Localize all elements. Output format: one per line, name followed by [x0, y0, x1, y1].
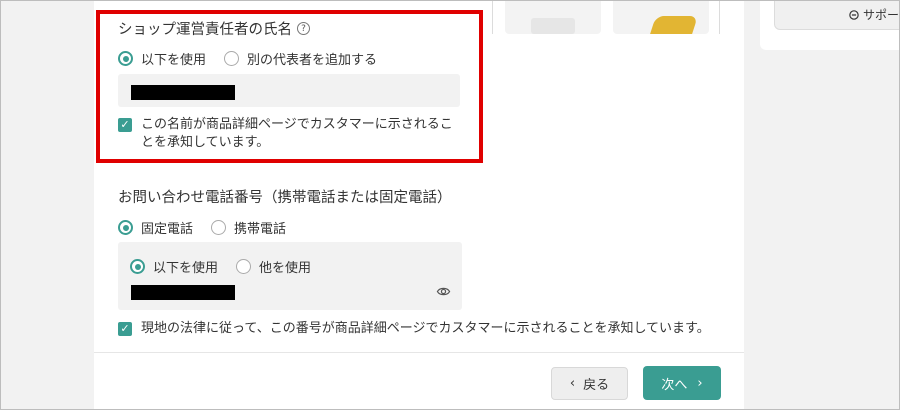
radio-label: 携帯電話: [234, 222, 287, 237]
back-label: 戻る: [583, 378, 610, 393]
product-thumbnail[interactable]: [505, 0, 601, 34]
product-thumbnail[interactable]: [613, 0, 709, 34]
product-image-strip: [492, 0, 720, 34]
support-button[interactable]: サポー: [774, 0, 900, 30]
phone-type-options: 固定電話 携帯電話: [118, 218, 304, 237]
eye-icon[interactable]: [436, 284, 451, 299]
radio-label: 以下を使用: [153, 261, 219, 276]
radio-unselected-icon[interactable]: [236, 259, 252, 274]
radio-label: 固定電話: [141, 222, 194, 237]
radio-unselected-icon[interactable]: [211, 220, 227, 235]
radio-use-other-phone[interactable]: 他を使用: [236, 257, 311, 276]
radio-label: 他を使用: [259, 261, 312, 276]
next-label: 次へ: [661, 377, 688, 393]
phone-consent-text: 現地の法律に従って、この番号が商品詳細ページでカスタマーに示されることを承知して…: [141, 321, 710, 336]
radio-selected-icon[interactable]: [130, 259, 145, 274]
highlight-box: [96, 10, 483, 163]
chat-icon: [849, 9, 859, 20]
back-button[interactable]: ‹ 戻る: [551, 367, 628, 400]
phone-title-text: お問い合わせ電話番号（携帯電話または固定電話）: [118, 190, 452, 206]
radio-selected-icon[interactable]: [118, 220, 133, 235]
phone-source-options: 以下を使用 他を使用: [130, 257, 329, 276]
redacted-phone: [131, 285, 235, 300]
phone-title: お問い合わせ電話番号（携帯電話または固定電話）: [118, 186, 452, 207]
chevron-right-icon: ›: [697, 375, 703, 391]
radio-mobile[interactable]: 携帯電話: [211, 218, 286, 237]
chevron-left-icon: ‹: [569, 376, 576, 391]
support-label: サポー: [862, 8, 899, 22]
checkbox-checked-icon[interactable]: ✓: [118, 322, 132, 336]
radio-use-below-phone[interactable]: 以下を使用: [130, 257, 218, 276]
phone-consent[interactable]: ✓ 現地の法律に従って、この番号が商品詳細ページでカスタマーに示されることを承知…: [118, 320, 738, 338]
radio-landline[interactable]: 固定電話: [118, 218, 193, 237]
next-button[interactable]: 次へ ›: [643, 366, 721, 400]
